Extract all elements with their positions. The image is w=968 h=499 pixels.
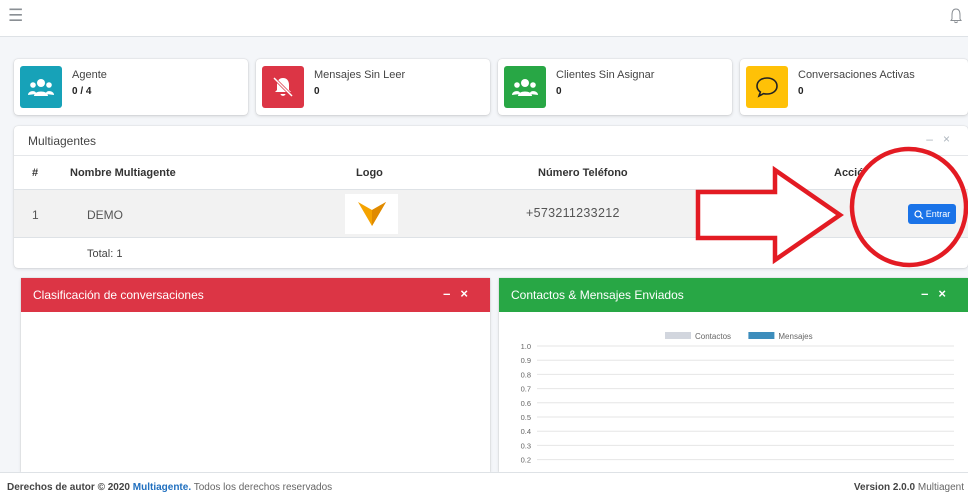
minimize-icon[interactable]: – bbox=[443, 286, 460, 301]
rights-text: Todos los derechos reservados bbox=[193, 482, 333, 493]
y-tick-label: 0.5 bbox=[521, 413, 531, 422]
close-icon[interactable]: × bbox=[943, 132, 960, 146]
contactos-chart: Contactos Mensajes 1.0 0.9 0.8 0.7 0.6 0.5 0.4 0.… bbox=[499, 312, 968, 472]
card-header: Multiagentes –× bbox=[14, 126, 968, 156]
entrar-button[interactable]: Entrar bbox=[908, 204, 956, 224]
brand-link[interactable]: Multiagente. bbox=[133, 482, 191, 493]
info-box-label: Conversaciones Activas bbox=[798, 69, 915, 81]
info-box-agente: Agente 0 / 4 bbox=[14, 59, 248, 115]
column-header: Logo bbox=[356, 167, 383, 179]
comment-icon bbox=[746, 66, 788, 108]
bell-icon[interactable] bbox=[950, 8, 962, 24]
y-tick-label: 0.7 bbox=[521, 385, 531, 394]
minimize-icon[interactable]: – bbox=[926, 132, 943, 146]
panel-header: Contactos & Mensajes Enviados –× bbox=[499, 278, 968, 312]
footer-version: Version 2.0.0 Multiagent bbox=[854, 482, 964, 493]
panel-title: Contactos & Mensajes Enviados bbox=[511, 288, 684, 302]
y-tick-label: 0.8 bbox=[521, 370, 531, 379]
column-header: # bbox=[32, 167, 39, 179]
panel-header: Clasificación de conversaciones –× bbox=[21, 278, 490, 312]
footer-copyright: Derechos de autor © 2020 Multiagente. To… bbox=[7, 482, 332, 493]
users-icon bbox=[504, 66, 546, 108]
y-tick-label: 0.6 bbox=[521, 399, 531, 408]
multiagentes-card: Multiagentes –× # Nombre Multiagente Log… bbox=[14, 126, 968, 268]
info-box-value: 0 bbox=[314, 86, 320, 97]
table-row: 1 DEMO +573211233212 Entrar bbox=[14, 190, 968, 238]
column-header: Número Teléfono bbox=[538, 167, 628, 179]
info-box-conversaciones: Conversaciones Activas 0 bbox=[740, 59, 968, 115]
search-comment-icon bbox=[914, 209, 924, 219]
version-label: Version 2.0.0 bbox=[853, 482, 916, 493]
legend-swatch bbox=[748, 332, 775, 339]
card-tools: –× bbox=[926, 132, 960, 146]
minimize-icon[interactable]: – bbox=[921, 286, 938, 301]
hamburger-icon[interactable]: ☰ bbox=[8, 6, 23, 26]
card-title: Multiagentes bbox=[28, 134, 97, 148]
top-navbar: ☰ bbox=[0, 0, 968, 37]
y-tick-label: 0.9 bbox=[521, 356, 531, 365]
table-header: # Nombre Multiagente Logo Número Teléfon… bbox=[14, 157, 968, 190]
column-header: Acció bbox=[834, 167, 864, 179]
legend-label: Mensajes bbox=[778, 332, 812, 341]
y-tick-label: 1.0 bbox=[521, 342, 531, 351]
info-box-label: Clientes Sin Asignar bbox=[556, 69, 655, 81]
footer: Derechos de autor © 2020 Multiagente. To… bbox=[0, 472, 968, 499]
info-box-clientes: Clientes Sin Asignar 0 bbox=[498, 59, 732, 115]
info-box-label: Mensajes Sin Leer bbox=[314, 69, 406, 81]
y-tick-label: 0.2 bbox=[521, 456, 531, 465]
close-icon[interactable]: × bbox=[938, 286, 956, 301]
column-header: Nombre Multiagente bbox=[70, 167, 176, 179]
panel-tools: –× bbox=[921, 286, 956, 301]
info-box-value: 0 / 4 bbox=[72, 86, 92, 97]
users-icon bbox=[20, 66, 62, 108]
close-icon[interactable]: × bbox=[460, 286, 478, 301]
row-name: DEMO bbox=[87, 208, 123, 222]
bell-slash-icon bbox=[262, 66, 304, 108]
copyright-prefix: Derechos de autor © 2020 bbox=[7, 482, 130, 493]
row-phone: +573211233212 bbox=[526, 206, 620, 220]
y-tick-label: 0.4 bbox=[521, 427, 531, 436]
info-box-label: Agente bbox=[72, 69, 107, 81]
info-box-mensajes: Mensajes Sin Leer 0 bbox=[256, 59, 490, 115]
legend-swatch bbox=[665, 332, 691, 339]
version-brand: Multiagent bbox=[917, 482, 964, 493]
entrar-label: Entrar bbox=[925, 209, 951, 219]
legend-label: Contactos bbox=[695, 332, 731, 341]
info-box-value: 0 bbox=[556, 86, 562, 97]
multiagent-logo bbox=[345, 194, 398, 234]
row-index: 1 bbox=[32, 208, 39, 222]
panel-title: Clasificación de conversaciones bbox=[33, 288, 204, 302]
panel-tools: –× bbox=[443, 286, 478, 301]
info-box-value: 0 bbox=[798, 86, 804, 97]
y-tick-label: 0.3 bbox=[521, 441, 531, 450]
chart-svg: Contactos Mensajes 1.0 0.9 0.8 0.7 0.6 0.5 0.4 0.… bbox=[521, 332, 954, 472]
table-total: Total: 1 bbox=[87, 248, 123, 260]
contactos-panel: Contactos & Mensajes Enviados –× Contact… bbox=[499, 278, 968, 472]
clasificacion-panel: Clasificación de conversaciones –× bbox=[21, 278, 490, 472]
